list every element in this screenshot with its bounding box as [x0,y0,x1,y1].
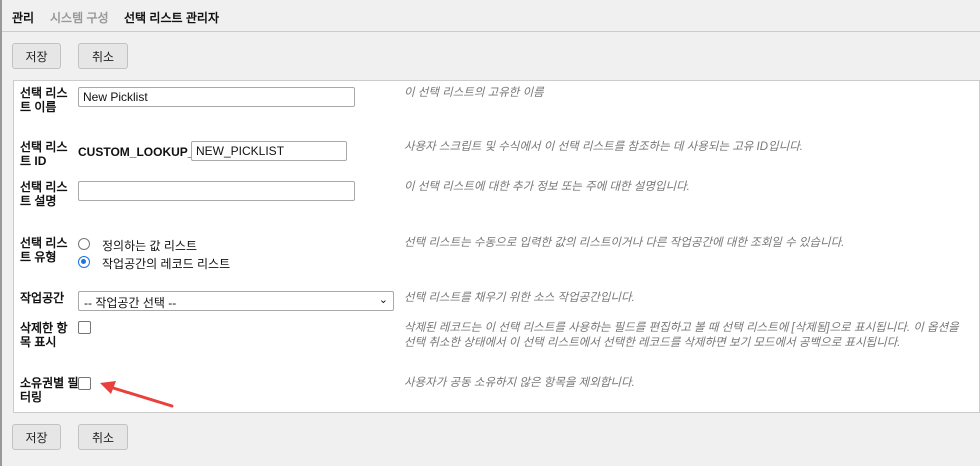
filter-owner-description: 사용자가 공동 소유하지 않은 항목을 제외합니다. [404,377,635,389]
type-label: 선택 리스트 유형 [20,236,68,264]
workspace-select[interactable]: -- 작업공간 선택 -- ⌄ [78,291,394,311]
description-label: 선택 리스트 설명 [20,180,68,208]
id-prefix: CUSTOM_LOOKUP_ [78,145,195,159]
page-title: 선택 리스트 관리자 [124,11,219,25]
picklist-form: 선택 리스트 이름 이 선택 리스트의 고유한 이름 선택 리스트 ID CUS… [13,80,980,413]
name-label: 선택 리스트 이름 [20,86,68,114]
id-label: 선택 리스트 ID [20,140,68,168]
radio-value-list[interactable] [78,238,90,250]
workspace-description: 선택 리스트를 채우기 위한 소스 작업공간입니다. [404,292,635,304]
show-deleted-checkbox[interactable] [78,321,91,334]
filter-owner-checkbox[interactable] [78,377,91,390]
annotation-arrow-icon [100,381,174,408]
cancel-button-bottom[interactable]: 취소 [78,424,128,450]
workspace-label: 작업공간 [20,291,65,305]
breadcrumb-admin[interactable]: 관리 [12,9,34,26]
save-button-bottom[interactable]: 저장 [12,424,61,450]
name-description: 이 선택 리스트의 고유한 이름 [404,87,544,99]
save-button-top[interactable]: 저장 [12,43,61,69]
type-description: 선택 리스트는 수동으로 입력한 값의 리스트이거나 다른 작업공간에 대한 조… [404,237,845,249]
description-description: 이 선택 리스트에 대한 추가 정보 또는 주에 대한 설명입니다. [404,181,690,193]
radio-value-list-label[interactable]: 정의하는 값 리스트 [102,237,197,254]
breadcrumb-system-config[interactable]: 시스템 구성 [50,9,109,26]
name-input[interactable] [78,87,355,107]
workspace-select-value: -- 작업공간 선택 -- [84,296,177,310]
show-deleted-description: 삭제된 레코드는 이 선택 리스트를 사용하는 필드를 편집하고 볼 때 선택 … [404,322,959,349]
show-deleted-label: 삭제한 항목 표시 [20,321,68,349]
chevron-down-icon: ⌄ [378,294,388,306]
radio-workspace-records[interactable] [78,256,90,268]
cancel-button-top[interactable]: 취소 [78,43,128,69]
radio-workspace-records-label[interactable]: 작업공간의 레코드 리스트 [102,255,230,272]
header-bar: 관리 시스템 구성 선택 리스트 관리자 [2,0,980,32]
id-input[interactable] [191,141,347,161]
description-input[interactable] [78,181,355,201]
filter-owner-label: 소유권별 필터링 [20,376,79,404]
id-description: 사용자 스크립트 및 수식에서 이 선택 리스트를 참조하는 데 사용되는 고유… [404,141,803,153]
